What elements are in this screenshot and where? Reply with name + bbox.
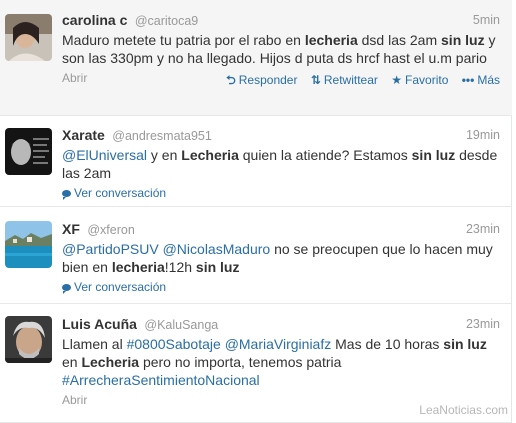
- tweet-text-segment: pero no importa, tenemos patria: [139, 354, 342, 370]
- retweet-icon: ⇅: [310, 73, 321, 87]
- view-conversation-link[interactable]: Ver conversación: [62, 280, 166, 294]
- fullname[interactable]: Luis Acuña: [62, 316, 137, 332]
- tweet-stream: carolina c @caritoca9 5min Maduro metete…: [0, 0, 512, 423]
- tweet-footer: Ver conversación: [62, 280, 500, 296]
- search-term-highlight: sin luz: [411, 147, 456, 163]
- speech-bubble-icon: [62, 190, 71, 200]
- tweet-item[interactable]: XF @xferon 23min @PartidoPSUV @NicolasMa…: [0, 207, 512, 304]
- hashtag-link[interactable]: #ArrecheraSentimientoNacional: [62, 372, 260, 388]
- hashtag-link[interactable]: #0800Sabotaje: [127, 336, 221, 352]
- username[interactable]: @andresmata951: [112, 129, 212, 143]
- view-conversation-label: Ver conversación: [74, 186, 167, 200]
- search-term-highlight: sin luz: [443, 336, 487, 352]
- tweet-header: carolina c @caritoca9 5min: [62, 12, 500, 30]
- tweet-text-segment: Llamen al: [62, 336, 127, 352]
- avatar[interactable]: [5, 128, 52, 175]
- reply-label: Responder: [238, 73, 298, 87]
- expand-link[interactable]: Abrir: [62, 71, 87, 85]
- speech-bubble-icon: [62, 284, 71, 294]
- tweet-header: Luis Acuña @KaluSanga 23min: [62, 316, 500, 334]
- favorite-button[interactable]: ★ Favorito: [391, 73, 448, 87]
- tweet-footer: Abrir ⮌ Responder ⇅ Retwittear ★ Favorito •…: [62, 71, 500, 87]
- avatar[interactable]: [5, 221, 52, 268]
- retweet-label: Retwittear: [323, 73, 378, 87]
- ellipsis-icon: •••: [461, 73, 475, 87]
- tweet-text: @PartidoPSUV @NicolasMaduro no se preocu…: [62, 240, 500, 276]
- avatar[interactable]: [5, 14, 52, 61]
- timestamp[interactable]: 19min: [466, 128, 500, 142]
- timestamp[interactable]: 23min: [466, 317, 500, 331]
- search-term-highlight: sin luz: [441, 32, 485, 48]
- tweet-text-segment: quien la atiende? Estamos: [238, 147, 412, 163]
- search-term-highlight: lecheria: [304, 32, 358, 48]
- avatar[interactable]: [5, 316, 52, 363]
- username[interactable]: @KaluSanga: [144, 318, 218, 332]
- tweet-item[interactable]: carolina c @caritoca9 5min Maduro metete…: [0, 0, 512, 116]
- tweet-text: @ElUniversal y en Lecheria quien la atie…: [62, 146, 500, 182]
- tweet-header: XF @xferon 23min: [62, 221, 500, 239]
- more-button[interactable]: ••• Más: [462, 73, 500, 87]
- mention-link[interactable]: @NicolasMaduro: [163, 241, 271, 257]
- reply-button[interactable]: ⮌ Responder: [226, 73, 297, 87]
- tweet-actions: ⮌ Responder ⇅ Retwittear ★ Favorito ••• Más: [216, 71, 500, 92]
- mention-link[interactable]: @ElUniversal: [62, 147, 147, 163]
- fullname[interactable]: Xarate: [62, 127, 105, 143]
- tweet-text-segment: dsd las 2am: [357, 32, 442, 48]
- star-icon: ★: [391, 73, 403, 87]
- retweet-button[interactable]: ⇅ Retwittear: [311, 73, 378, 87]
- username[interactable]: @caritoca9: [135, 14, 198, 28]
- view-conversation-link[interactable]: Ver conversación: [62, 186, 166, 200]
- favorite-label: Favorito: [405, 73, 449, 87]
- watermark: LeaNoticias.com: [419, 403, 508, 417]
- search-term-highlight: Lecheria: [181, 147, 239, 163]
- tweet-text-segment: en: [62, 354, 82, 370]
- fullname[interactable]: XF: [62, 221, 80, 237]
- reply-arrow-icon: ⮌: [226, 73, 236, 87]
- mention-link[interactable]: @PartidoPSUV: [62, 241, 159, 257]
- tweet-text-segment: y en: [147, 147, 182, 163]
- more-label: Más: [477, 73, 500, 87]
- view-conversation-label: Ver conversación: [74, 280, 167, 294]
- tweet-text-segment: Maduro metete tu patria por el rabo en: [62, 32, 305, 48]
- mention-link[interactable]: @MariaVirginiafz: [225, 336, 332, 352]
- tweet-text: Llamen al #0800Sabotaje @MariaVirginiafz…: [62, 335, 500, 389]
- fullname[interactable]: carolina c: [62, 12, 127, 28]
- search-term-highlight: sin luz: [195, 259, 240, 275]
- timestamp[interactable]: 23min: [466, 222, 500, 236]
- tweet-footer: Ver conversación: [62, 186, 500, 202]
- tweet-header: Xarate @andresmata951 19min: [62, 127, 500, 145]
- expand-link[interactable]: Abrir: [62, 393, 87, 407]
- tweet-item[interactable]: Xarate @andresmata951 19min @ElUniversal…: [0, 116, 512, 207]
- tweet-text-segment: !12h: [164, 259, 196, 275]
- tweet-text-segment: Mas de 10 horas: [331, 336, 444, 352]
- username[interactable]: @xferon: [87, 223, 134, 237]
- timestamp[interactable]: 5min: [473, 13, 500, 27]
- search-term-highlight: Lecheria: [81, 354, 140, 370]
- search-term-highlight: lecheria: [111, 259, 165, 275]
- tweet-text: Maduro metete tu patria por el rabo en l…: [62, 31, 500, 67]
